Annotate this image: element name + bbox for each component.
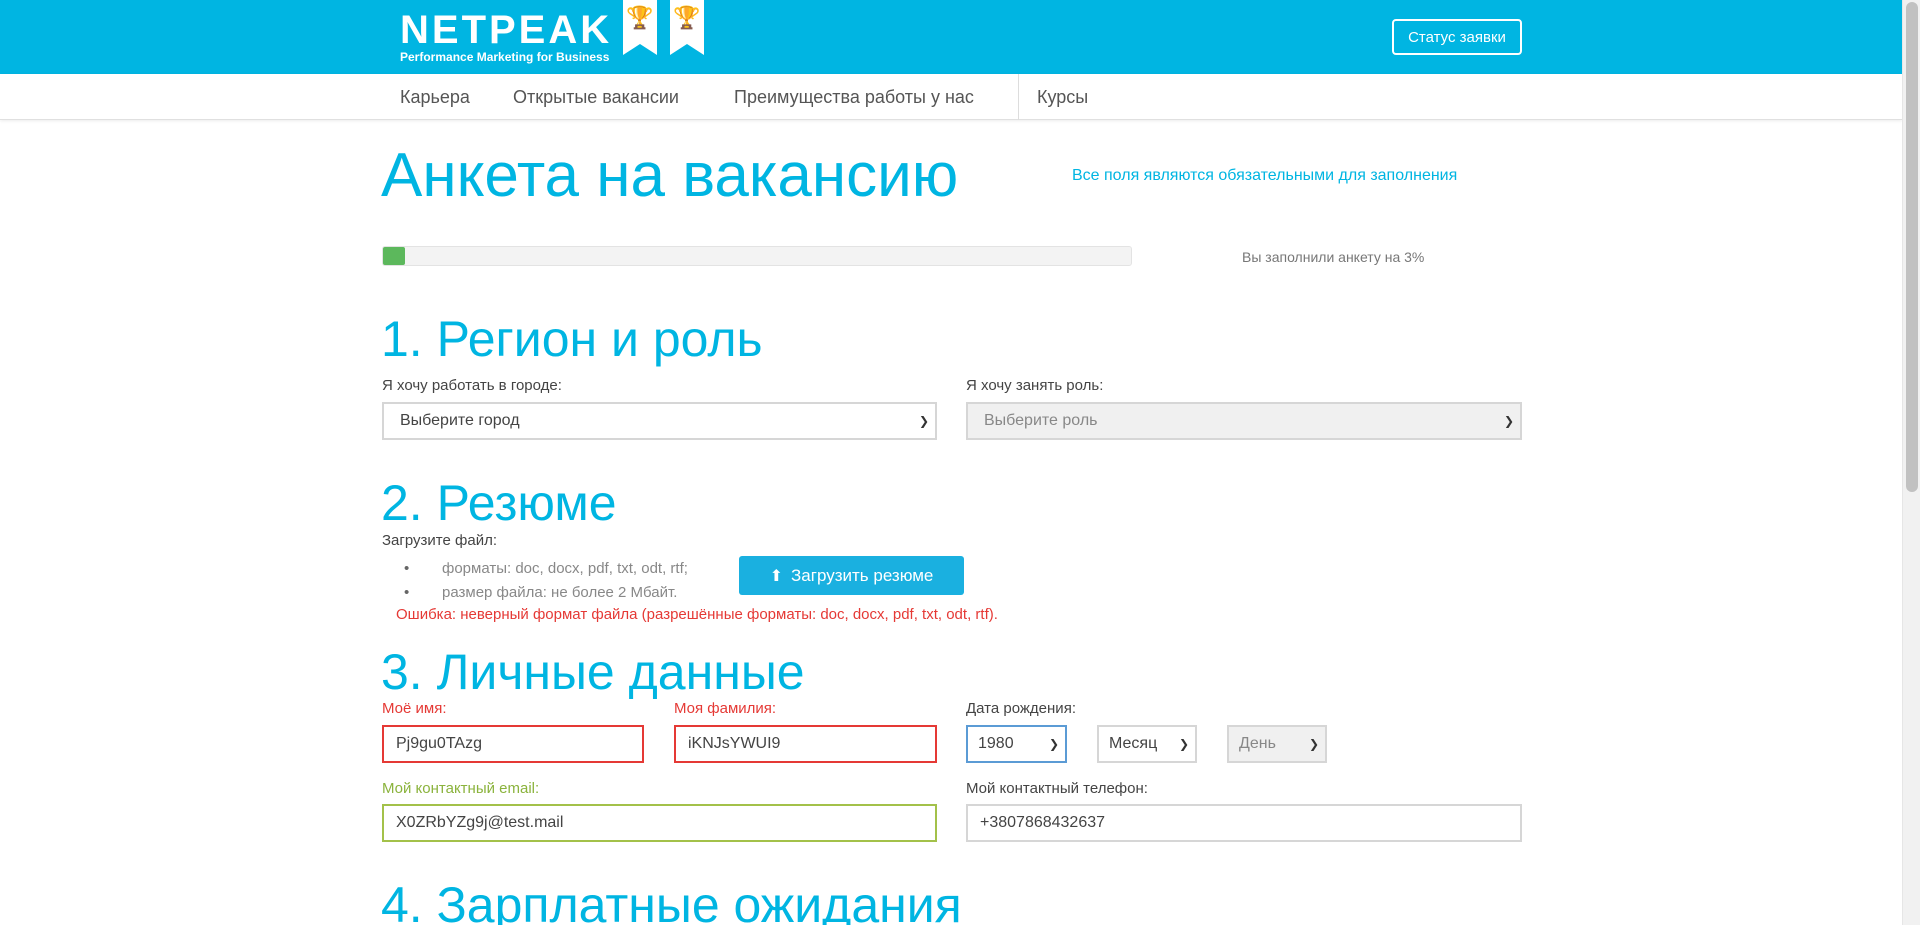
page-title: Анкета на вакансию (381, 141, 959, 210)
chevron-down-icon: ❯ (1178, 737, 1189, 751)
phone-field[interactable]: +3807868432637 (966, 804, 1522, 842)
award-ribbon-1: 🏆 (623, 0, 657, 55)
first-name-label: Моё имя: (382, 700, 447, 717)
section-title-resume: 2. Резюме (381, 475, 617, 531)
list-item: • размер файла: не более 2 Мбайт. (404, 584, 678, 601)
city-select-value: Выберите город (400, 412, 520, 429)
last-name-label: Моя фамилия: (674, 700, 777, 717)
birth-date-label: Дата рождения: (966, 700, 1076, 717)
birth-month-value: Месяц (1109, 735, 1158, 752)
section-title-salary: 4. Зарплатные ожидания (381, 877, 962, 925)
birth-month-select[interactable]: Месяц ❯ (1097, 725, 1197, 763)
role-select-value: Выберите роль (984, 412, 1098, 429)
nav-item-courses[interactable]: Курсы (1037, 74, 1088, 120)
chevron-down-icon: ❯ (918, 414, 929, 428)
chevron-down-icon: ❯ (1503, 414, 1514, 428)
progress-fill (383, 247, 406, 265)
list-item: • форматы: doc, docx, pdf, txt, odt, rtf… (404, 560, 688, 577)
phone-label: Мой контактный телефон: (966, 780, 1148, 797)
formats-text: форматы: doc, docx, pdf, txt, odt, rtf; (442, 560, 688, 577)
first-name-field[interactable]: Pj9gu0TAzg (382, 725, 644, 763)
main-nav: Карьера Открытые вакансии Преимущества р… (0, 74, 1902, 120)
progress-text: Вы заполнили анкету на 3% (1242, 249, 1425, 265)
role-select[interactable]: Выберите роль ❯ (966, 402, 1522, 440)
nav-item-benefits[interactable]: Преимущества работы у нас (734, 74, 974, 120)
logo-wordmark: NETPEAK (400, 8, 613, 52)
email-field[interactable]: X0ZRbYZg9j@test.mail (382, 804, 937, 842)
required-fields-note: Все поля являются обязательными для запо… (1072, 167, 1458, 184)
nav-item-career[interactable]: Карьера (400, 74, 470, 120)
award-ribbon-2: 🏆 (670, 0, 704, 55)
application-status-button[interactable]: Статус заявки (1392, 19, 1522, 55)
page-scrollbar[interactable] (1902, 0, 1920, 925)
city-label: Я хочу работать в городе: (382, 377, 562, 394)
upload-resume-button[interactable]: ⬆ Загрузить резюме (739, 556, 964, 595)
section-title-region-role: 1. Регион и роль (381, 311, 763, 367)
upload-requirements-list: • форматы: doc, docx, pdf, txt, odt, rtf… (404, 557, 688, 605)
size-text: размер файла: не более 2 Мбайт. (442, 584, 678, 601)
top-header: NETPEAK Performance Marketing for Busine… (0, 0, 1902, 74)
nav-divider (1018, 74, 1019, 120)
upload-icon: ⬆ (769, 567, 784, 585)
trophy-icon: 🏆 (626, 5, 654, 30)
upload-error-message: Ошибка: неверный формат файла (разрешённ… (396, 606, 998, 623)
upload-label: Загрузите файл: (382, 532, 497, 549)
birth-year-select[interactable]: 1980 ❯ (966, 725, 1067, 763)
birth-day-value: День (1239, 735, 1276, 752)
chevron-down-icon: ❯ (1308, 737, 1319, 751)
netpeak-logo[interactable]: NETPEAK Performance Marketing for Busine… (400, 8, 612, 64)
logo-tagline: Performance Marketing for Business (400, 50, 610, 64)
scrollbar-thumb[interactable] (1906, 2, 1918, 492)
email-label: Мой контактный email: (382, 780, 540, 797)
chevron-down-icon: ❯ (1048, 737, 1059, 751)
trophy-icon: 🏆 (673, 5, 701, 30)
last-name-field[interactable]: iKNJsYWUI9 (674, 725, 937, 763)
birth-year-value: 1980 (978, 735, 1014, 752)
section-title-personal-data: 3. Личные данные (381, 644, 805, 700)
role-label: Я хочу занять роль: (966, 377, 1104, 394)
upload-button-label: Загрузить резюме (791, 565, 934, 585)
birth-day-select[interactable]: День ❯ (1227, 725, 1327, 763)
form-progress-bar (382, 246, 1132, 266)
city-select[interactable]: Выберите город ❯ (382, 402, 937, 440)
nav-item-open-vacancies[interactable]: Открытые вакансии (513, 74, 679, 120)
